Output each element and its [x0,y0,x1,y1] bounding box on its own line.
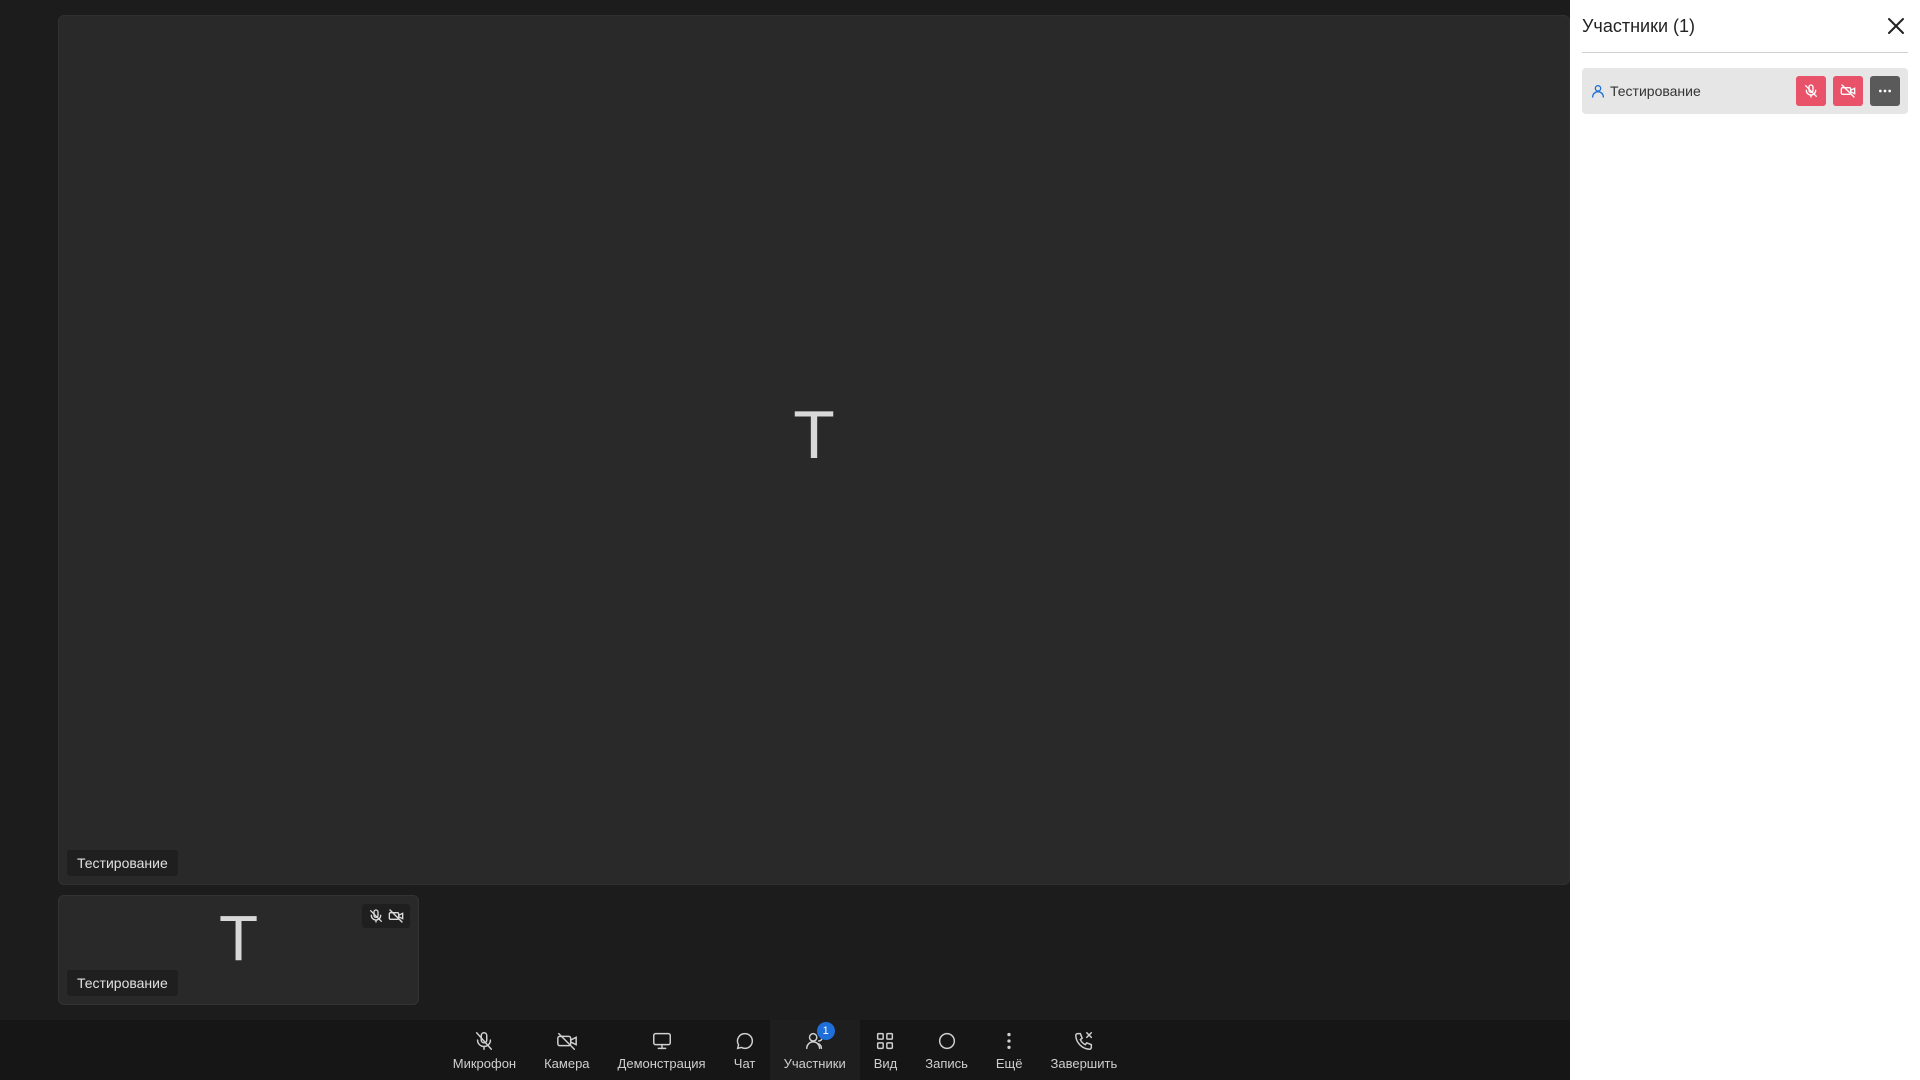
mic-off-icon [476,1031,493,1050]
panel-header: Участники (1) [1582,0,1908,53]
toolbar-label: Завершить [1050,1055,1118,1071]
camera-off-icon [1840,84,1856,98]
participant-camera-button[interactable] [1833,76,1863,106]
camera-off-icon [556,1032,577,1050]
toolbar-label: Ещё [995,1055,1023,1071]
chat-icon [736,1032,753,1049]
user-icon [1592,85,1604,98]
avatar-letter: T [793,397,835,473]
participant-row[interactable]: Тестирование [1582,68,1908,114]
end-call-button[interactable]: Завершить [1037,1020,1132,1080]
toolbar-label: Чат [733,1055,756,1071]
participant-more-button[interactable] [1870,76,1900,106]
participant-name-tag: Тестирование [67,850,178,876]
participants-count-badge: 1 [816,1022,835,1040]
camera-off-icon [388,909,404,923]
toolbar-label: Вид [873,1055,898,1071]
panel-title: Участники (1) [1582,15,1695,36]
monitor-icon [652,1032,671,1049]
toolbar-label: Запись [925,1055,968,1071]
grid-icon [877,1032,894,1049]
more-vertical-icon [1007,1032,1011,1049]
view-button[interactable]: Вид [860,1020,912,1080]
participant-mic-button[interactable] [1796,76,1826,106]
participant-name-tag: Тестирование [67,970,178,996]
record-icon [938,1032,955,1049]
toolbar-label: Демонстрация [617,1055,706,1071]
record-button[interactable]: Запись [911,1020,982,1080]
microphone-button[interactable]: Микрофон [439,1020,530,1080]
mic-off-icon [1805,84,1817,98]
video-stage: T Тестирование T Тестирование Микрофон К… [0,0,1570,1080]
more-button[interactable]: Ещё [982,1020,1037,1080]
participants-panel: Участники (1) Тестирование [1570,0,1920,1080]
more-horizontal-icon [1879,89,1891,93]
mic-off-icon [370,909,382,923]
main-video-tile[interactable]: T Тестирование [58,15,1570,885]
camera-button[interactable]: Камера [530,1020,603,1080]
participants-button[interactable]: 1 Участники [769,1020,860,1080]
call-toolbar: Микрофон Камера Демонстрация Чат 1 Участ… [0,1020,1570,1080]
thumbnail-video-tile[interactable]: T Тестирование [58,895,419,1005]
screen-share-button[interactable]: Демонстрация [604,1020,720,1080]
toolbar-label: Камера [544,1055,590,1071]
participant-name: Тестирование [1610,83,1701,99]
close-icon[interactable] [1884,14,1908,38]
chat-button[interactable]: Чат [720,1020,770,1080]
thumbnail-status-icons [362,904,410,928]
toolbar-label: Микрофон [452,1055,517,1071]
end-call-icon [1074,1031,1092,1050]
toolbar-label: Участники [783,1055,846,1071]
